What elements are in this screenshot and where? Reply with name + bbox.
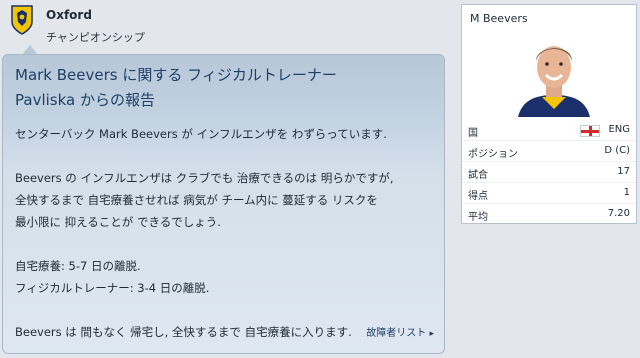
message-line: フィジカルトレーナー: 3-4 日の離脱. (15, 281, 210, 295)
message-body: センターバック Mark Beevers が インフルエンザを わずらっています… (15, 123, 435, 343)
stat-label: 得点 (468, 191, 488, 202)
message-title: Mark Beevers に関する フィジカルトレーナー Pavliska から… (15, 63, 435, 113)
stat-label: 試合 (468, 170, 488, 181)
message-title-line-2: Pavliska からの報告 (15, 91, 155, 109)
message-line: 最小限に 抑えることが できるでしょう. (15, 215, 221, 229)
message-line: Beevers の インフルエンザは クラブでも 治療できるのは 明らかですが, (15, 171, 394, 185)
message-line: 全快するまで 自宅療養させれば 病気が チーム内に 蔓延する リスクを (15, 193, 378, 207)
player-photo (512, 31, 596, 117)
injury-list-link-label: 故障者リスト (366, 328, 427, 339)
stat-row-goals: 得点 1 (462, 182, 636, 203)
stat-label: 国 (468, 128, 478, 139)
message-line: 自宅療養: 5-7 日の離脱. (15, 259, 141, 273)
stat-label: 平均 (468, 212, 488, 223)
stat-row-position: ポジション D (C) (462, 140, 636, 161)
club-name[interactable]: Oxford (46, 8, 92, 22)
stat-label: ポジション (468, 149, 518, 160)
stat-value: 7.20 (607, 208, 630, 219)
stat-row-average: 平均 7.20 (462, 203, 636, 224)
stat-value: 17 (617, 166, 630, 177)
club-crest-icon (11, 5, 33, 35)
injury-list-link[interactable]: 故障者リスト ▸ (366, 324, 434, 339)
england-flag-icon (580, 125, 600, 137)
player-stats: 国 ENG ポジション D (C) 試合 17 得点 1 平均 7.20 (462, 120, 636, 224)
message-title-line-1: Mark Beevers に関する フィジカルトレーナー (15, 66, 337, 84)
stat-row-nation: 国 ENG (462, 120, 636, 140)
message-line: センターバック Mark Beevers が インフルエンザを わずらっています… (15, 127, 387, 141)
player-panel: M Beevers 国 ENG ポジション D (C) 試合 17 得点 1 平… (461, 4, 637, 224)
arrow-right-icon: ▸ (429, 329, 434, 339)
club-league[interactable]: チャンピオンシップ (46, 29, 145, 45)
stat-value: 1 (623, 187, 630, 198)
stat-value: ENG (608, 124, 630, 135)
news-message-panel: Mark Beevers に関する フィジカルトレーナー Pavliska から… (2, 54, 445, 354)
player-name[interactable]: M Beevers (470, 12, 528, 25)
stat-row-apps: 試合 17 (462, 161, 636, 182)
stat-value: D (C) (604, 145, 630, 156)
